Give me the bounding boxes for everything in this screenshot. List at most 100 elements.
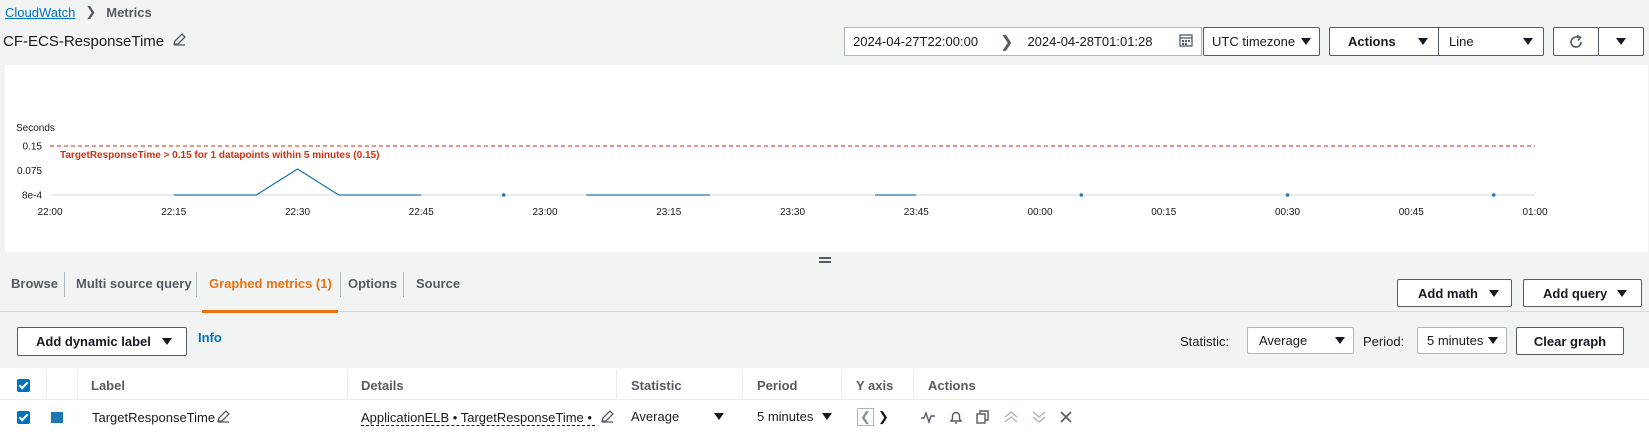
period-value: 5 minutes	[1427, 333, 1484, 348]
series-line[interactable]	[173, 168, 422, 196]
tab-multi-source-query[interactable]: Multi source query	[76, 276, 192, 291]
breadcrumb-current: Metrics	[106, 4, 152, 20]
column-divider	[347, 370, 348, 398]
caret-down-icon	[1335, 337, 1345, 344]
chart-type-label: Line	[1449, 34, 1474, 49]
graph-icon[interactable]	[921, 410, 935, 425]
timezone-select[interactable]: UTC timezone	[1203, 27, 1320, 56]
breadcrumb-cloudwatch-link[interactable]: CloudWatch	[5, 5, 75, 20]
date-start[interactable]: 2024-04-27T22:00:00	[853, 34, 978, 49]
caret-down-icon	[162, 338, 172, 345]
header-statistic: Statistic	[631, 378, 682, 393]
date-range-picker[interactable]: 2024-04-27T22:00:00 ❯ 2024-04-28T01:01:2…	[844, 27, 1202, 56]
header-label: Label	[91, 378, 125, 393]
caret-down-icon	[1523, 38, 1533, 45]
add-math-button[interactable]: Add math	[1397, 279, 1512, 307]
caret-down-icon	[1418, 38, 1428, 45]
x-tick-label: 23:00	[532, 207, 557, 218]
add-query-button[interactable]: Add query	[1523, 279, 1642, 307]
add-dynamic-label-button[interactable]: Add dynamic label	[17, 327, 187, 356]
caret-down-icon	[1617, 289, 1627, 297]
info-link[interactable]: Info	[198, 330, 222, 345]
metrics-table: Label Details Statistic Period Y axis Ac…	[0, 368, 1649, 445]
y-tick-label: 0.15	[23, 142, 43, 153]
caret-down-icon	[822, 413, 832, 420]
clear-graph-button[interactable]: Clear graph	[1516, 327, 1624, 355]
table-header: Label Details Statistic Period Y axis Ac…	[0, 368, 1649, 400]
caret-down-icon	[1489, 289, 1499, 297]
calendar-icon[interactable]	[1178, 33, 1193, 50]
tab-bar: Browse Multi source query Graphed metric…	[0, 262, 1649, 313]
statistic-value: Average	[1259, 333, 1308, 348]
caret-down-icon	[1616, 38, 1626, 45]
y-tick-label: 8e-4	[22, 191, 42, 202]
y-axis-left-toggle[interactable]: ❮	[857, 408, 874, 426]
chevron-right-icon: ❯	[85, 4, 97, 19]
remove-icon[interactable]	[1060, 411, 1072, 423]
y-axis-label: Seconds	[16, 123, 55, 134]
add-query-label: Add query	[1543, 285, 1608, 301]
copy-icon[interactable]	[976, 410, 989, 424]
x-tick-label: 22:45	[409, 207, 434, 218]
timezone-label: UTC timezone	[1212, 34, 1296, 49]
x-tick-label: 22:15	[161, 207, 186, 218]
select-all-checkbox[interactable]	[17, 379, 30, 392]
data-point[interactable]	[1491, 193, 1496, 197]
refresh-options-button[interactable]	[1598, 27, 1644, 56]
data-point[interactable]	[501, 193, 506, 197]
row-checkbox[interactable]	[17, 411, 30, 424]
caret-down-icon	[714, 413, 724, 420]
actions-label: Actions	[1348, 34, 1396, 49]
breadcrumb: CloudWatch ❯ Metrics	[5, 4, 152, 20]
tab-browse[interactable]: Browse	[11, 276, 58, 291]
statistic-label: Statistic:	[1180, 334, 1230, 349]
x-tick-label: 22:00	[37, 207, 62, 218]
data-point[interactable]	[1285, 193, 1290, 197]
chart-type-select[interactable]: Line	[1438, 27, 1544, 56]
add-dynamic-label-label: Add dynamic label	[36, 334, 151, 349]
threshold-label: TargetResponseTime > 0.15 for 1 datapoin…	[60, 150, 379, 161]
x-tick-label: 00:45	[1399, 207, 1424, 218]
tab-divider	[403, 272, 404, 297]
column-divider	[77, 370, 78, 398]
data-point[interactable]	[1079, 193, 1084, 197]
tab-graphed-metrics[interactable]: Graphed metrics (1)	[209, 276, 332, 291]
move-up-icon[interactable]	[1004, 411, 1018, 423]
series-color-swatch[interactable]	[51, 412, 63, 423]
edit-details-icon[interactable]	[600, 409, 615, 427]
column-divider	[913, 370, 914, 398]
x-tick-label: 00:00	[1027, 207, 1052, 218]
statistic-select[interactable]: Average	[1247, 327, 1354, 354]
row-actions	[921, 410, 1072, 425]
column-divider	[46, 370, 47, 398]
move-down-icon[interactable]	[1032, 411, 1046, 423]
header-details: Details	[361, 378, 404, 393]
chevron-right-icon: ❯	[1000, 33, 1014, 51]
date-end[interactable]: 2024-04-28T01:01:28	[1027, 34, 1152, 49]
header-y-axis: Y axis	[856, 378, 894, 393]
edit-label-icon[interactable]	[216, 409, 231, 427]
page-title: CF-ECS-ResponseTime	[3, 33, 165, 50]
tab-source[interactable]: Source	[416, 276, 460, 291]
refresh-icon	[1570, 34, 1582, 48]
row-statistic-select[interactable]: Average	[631, 409, 724, 424]
column-divider	[616, 370, 617, 398]
x-tick-label: 23:30	[780, 207, 805, 218]
tab-divider	[196, 272, 197, 297]
tab-divider	[64, 272, 65, 297]
edit-title-icon[interactable]	[172, 32, 187, 51]
period-select[interactable]: 5 minutes	[1417, 327, 1507, 354]
row-statistic-value: Average	[631, 409, 680, 424]
row-period-select[interactable]: 5 minutes	[757, 409, 832, 424]
y-tick-label: 0.075	[17, 166, 42, 177]
y-axis-right-toggle[interactable]: ❯	[878, 409, 889, 425]
x-tick-label: 23:15	[656, 207, 681, 218]
row-details[interactable]: ApplicationELB • TargetResponseTime • T	[361, 410, 595, 426]
refresh-button[interactable]	[1553, 27, 1599, 56]
alarm-bell-icon[interactable]	[949, 411, 963, 424]
column-divider	[841, 370, 842, 398]
clear-graph-label: Clear graph	[1533, 333, 1607, 349]
actions-button[interactable]: Actions	[1329, 27, 1443, 56]
row-label: TargetResponseTime	[92, 410, 216, 425]
tab-options[interactable]: Options	[348, 276, 397, 291]
